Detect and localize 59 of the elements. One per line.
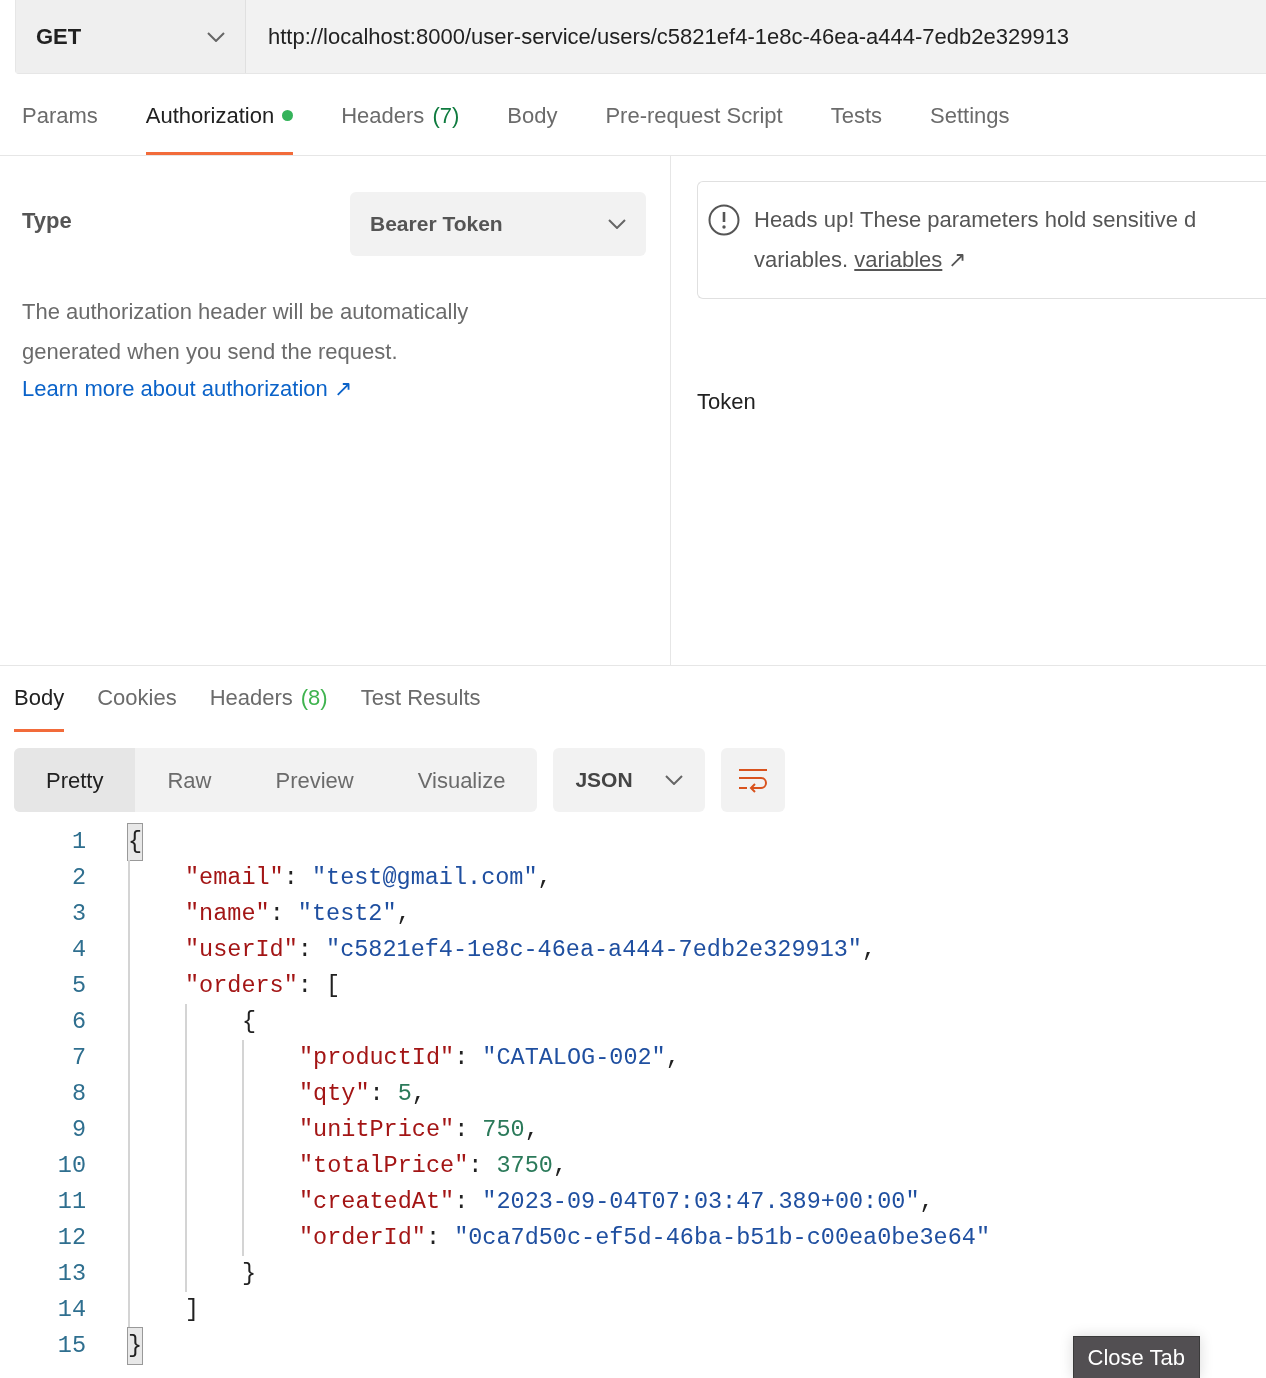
line-number: 12 [56, 1223, 86, 1254]
format-tab[interactable]: Pretty [14, 748, 136, 812]
close-tab-tooltip: Close Tab [1072, 1336, 1200, 1378]
code-line: { [242, 1007, 257, 1038]
line-number: 14 [56, 1295, 86, 1326]
tab[interactable]: Tests [830, 74, 883, 155]
tab[interactable]: Authorization [145, 74, 294, 155]
code-line: } [242, 1259, 257, 1290]
code-line: "qty": 5, [299, 1079, 426, 1110]
description-text: The authorization header will be automatically generated when you send the request. [22, 298, 470, 366]
line-number: 4 [70, 935, 86, 966]
matched-bracket: { [128, 824, 143, 860]
token-label: Token [697, 388, 757, 416]
code-line: ] [185, 1295, 200, 1326]
code-line: "name": "test2", [185, 899, 411, 930]
code-line: "createdAt": "2023-09-04T07:03:47.389+00:00", [299, 1187, 934, 1218]
tab[interactable]: Pre-request Script [605, 74, 783, 155]
format-tab[interactable]: Raw [135, 748, 244, 812]
wrap-lines-button[interactable] [721, 748, 786, 812]
language-dropdown[interactable]: JSON [553, 748, 706, 812]
line-number: 6 [70, 1007, 86, 1038]
code-line: "orderId": "0ca7d50c-ef5d-46ba-b51b-c00ea0be3e64" [299, 1223, 991, 1254]
code-line: "userId": "c5821ef4-1e8c-46ea-a444-7edb2e329913", [185, 935, 877, 966]
line-number: 9 [70, 1115, 86, 1146]
line-number: 8 [70, 1079, 86, 1110]
line-number: 15 [56, 1331, 86, 1362]
code-line: "orders": [ [185, 971, 341, 1002]
auth-type-dropdown[interactable]: Bearer Token [350, 192, 646, 256]
info-icon [708, 204, 740, 236]
tab[interactable]: Params [22, 74, 98, 155]
tab[interactable]: Body [507, 74, 558, 155]
code-line: "productId": "CATALOG-002", [299, 1043, 680, 1074]
line-number: 11 [56, 1187, 86, 1218]
learn-more-link[interactable]: Learn more about authorization ↗ [22, 376, 352, 401]
notice-text: Heads up! These parameters hold sensitive d variables. variables ↗ [754, 206, 1197, 274]
line-number: 7 [70, 1043, 86, 1074]
line-number: 3 [70, 899, 86, 930]
format-tab[interactable]: Preview [243, 748, 386, 812]
chevron-down-icon [665, 775, 684, 785]
matched-bracket: } [128, 1328, 143, 1364]
code-line: "email": "test@gmail.com", [185, 863, 552, 894]
chevron-down-icon [608, 219, 626, 229]
tab[interactable]: Body [14, 666, 65, 732]
line-number: 5 [70, 971, 86, 1002]
wrap-lines-icon [738, 767, 769, 793]
type-label: Type [22, 207, 72, 235]
line-number: 2 [70, 863, 86, 894]
variables-link[interactable]: variables [854, 247, 943, 272]
line-number: 1 [70, 827, 86, 858]
code-line: "unitPrice": 750, [299, 1115, 539, 1146]
format-tab[interactable]: Visualize [385, 748, 538, 812]
tab[interactable]: Headers (7) [341, 74, 460, 155]
tab[interactable]: Headers (8) [209, 666, 328, 732]
code-line: "totalPrice": 3750, [299, 1151, 567, 1182]
tab[interactable]: Test Results [360, 666, 481, 732]
line-number: 10 [56, 1151, 86, 1182]
tab[interactable]: Settings [930, 74, 1010, 155]
line-number: 13 [56, 1259, 86, 1290]
tab[interactable]: Cookies [97, 666, 177, 732]
